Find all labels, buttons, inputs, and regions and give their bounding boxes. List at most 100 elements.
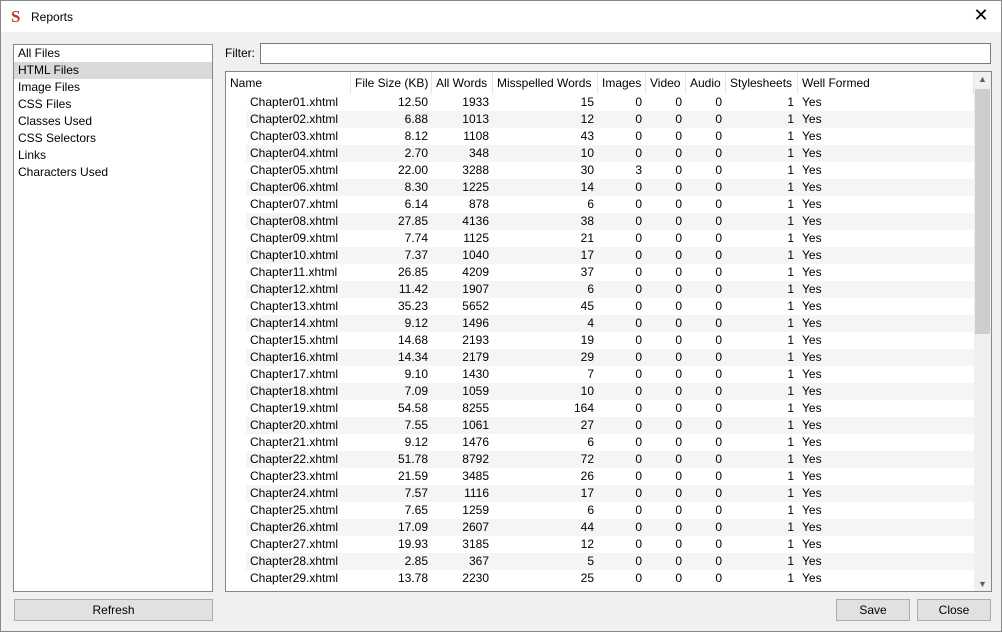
table-row[interactable]: Chapter17.xhtml 9.10 1430 7 0 0 0 1 Yes — [226, 366, 974, 383]
column-header-video[interactable]: Video — [646, 72, 686, 94]
cell-stylesheets: 1 — [726, 179, 798, 196]
cell-name: Chapter11.xhtml — [250, 265, 338, 279]
cell-file-size-kb: 7.65 — [404, 503, 428, 517]
table-row[interactable]: Chapter14.xhtml 9.12 1496 4 0 0 0 1 Yes — [226, 315, 974, 332]
sidebar-item-image-files[interactable]: Image Files — [14, 79, 212, 96]
cell-misspelled-words: 26 — [580, 469, 594, 483]
cell-stylesheets: 1 — [787, 231, 794, 245]
sidebar-item-css-files[interactable]: CSS Files — [14, 96, 212, 113]
cell-video: 0 — [646, 485, 686, 502]
table-row[interactable]: Chapter06.xhtml 8.30 1225 14 0 0 0 1 Yes — [226, 179, 974, 196]
table-row[interactable]: Chapter16.xhtml 14.34 2179 29 0 0 0 1 Yes — [226, 349, 974, 366]
cell-images: 0 — [635, 401, 642, 415]
cell-misspelled-words: 7 — [587, 367, 594, 381]
table-row[interactable]: Chapter20.xhtml 7.55 1061 27 0 0 0 1 Yes — [226, 417, 974, 434]
cell-stylesheets: 1 — [726, 247, 798, 264]
cell-audio: 0 — [715, 163, 722, 177]
table-row[interactable]: Chapter15.xhtml 14.68 2193 19 0 0 0 1 Yes — [226, 332, 974, 349]
table-row[interactable]: Chapter26.xhtml 17.09 2607 44 0 0 0 1 Yes — [226, 519, 974, 536]
table-row[interactable]: Chapter27.xhtml 19.93 3185 12 0 0 0 1 Yes — [226, 536, 974, 553]
filter-input[interactable] — [260, 43, 991, 64]
table-row[interactable]: Chapter23.xhtml 21.59 3485 26 0 0 0 1 Yes — [226, 468, 974, 485]
sidebar-item-characters-used[interactable]: Characters Used — [14, 164, 212, 181]
cell-stylesheets: 1 — [787, 333, 794, 347]
column-header-audio[interactable]: Audio — [686, 72, 726, 94]
cell-well-formed: Yes — [802, 367, 822, 381]
cell-well-formed: Yes — [798, 213, 974, 230]
sidebar-item-classes-used[interactable]: Classes Used — [14, 113, 212, 130]
app-logo-icon: S — [11, 7, 21, 26]
cell-all-words: 367 — [432, 553, 493, 570]
column-header-stylesheets[interactable]: Stylesheets — [726, 72, 798, 94]
table-row[interactable]: Chapter08.xhtml 27.85 4136 38 0 0 0 1 Yes — [226, 213, 974, 230]
cell-video: 0 — [675, 367, 682, 381]
cell-audio: 0 — [686, 281, 726, 298]
cell-all-words: 3485 — [462, 469, 489, 483]
scroll-up-icon[interactable]: ▲ — [974, 74, 991, 84]
cell-misspelled-words: 164 — [573, 401, 594, 415]
cell-well-formed: Yes — [798, 417, 974, 434]
cell-well-formed: Yes — [798, 179, 974, 196]
scrollbar-thumb[interactable] — [975, 89, 990, 334]
table-row[interactable]: Chapter03.xhtml 8.12 1108 43 0 0 0 1 Yes — [226, 128, 974, 145]
column-header-all-words[interactable]: All Words — [432, 72, 493, 94]
column-header-well-formed[interactable]: Well Formed — [798, 72, 974, 94]
cell-images: 0 — [635, 503, 642, 517]
sidebar-item-html-files[interactable]: HTML Files — [14, 62, 212, 79]
table-row[interactable]: Chapter13.xhtml 35.23 5652 45 0 0 0 1 Yes — [226, 298, 974, 315]
cell-file-size-kb: 51.78 — [351, 451, 432, 468]
cell-stylesheets: 1 — [726, 315, 798, 332]
cell-images: 0 — [598, 417, 646, 434]
table-row[interactable]: Chapter05.xhtml 22.00 3288 30 3 0 0 1 Yes — [226, 162, 974, 179]
table-row[interactable]: Chapter19.xhtml 54.58 8255 164 0 0 0 1 Yes — [226, 400, 974, 417]
column-header-misspelled-words[interactable]: Misspelled Words — [493, 72, 598, 94]
cell-name: Chapter09.xhtml — [250, 231, 339, 245]
cell-well-formed: Yes — [802, 469, 822, 483]
cell-stylesheets: 1 — [726, 145, 798, 162]
cell-video: 0 — [646, 553, 686, 570]
table-row[interactable]: Chapter10.xhtml 7.37 1040 17 0 0 0 1 Yes — [226, 247, 974, 264]
sidebar-item-css-selectors[interactable]: CSS Selectors — [14, 130, 212, 147]
column-header-images[interactable]: Images — [598, 72, 646, 94]
table-row[interactable]: Chapter01.xhtml 12.50 1933 15 0 0 0 1 Yes — [226, 94, 974, 111]
close-button[interactable]: Close — [917, 599, 991, 621]
report-type-list[interactable]: All Files HTML Files Image Files CSS Files C… — [13, 44, 213, 592]
table-row[interactable]: Chapter28.xhtml 2.85 367 5 0 0 0 1 Yes — [226, 553, 974, 570]
table-row[interactable]: Chapter18.xhtml 7.09 1059 10 0 0 0 1 Yes — [226, 383, 974, 400]
cell-file-size-kb: 7.37 — [351, 247, 432, 264]
save-button[interactable]: Save — [836, 599, 910, 621]
table-row[interactable]: Chapter09.xhtml 7.74 1125 21 0 0 0 1 Yes — [226, 230, 974, 247]
cell-well-formed: Yes — [802, 299, 822, 313]
table-row[interactable]: Chapter24.xhtml 7.57 1116 17 0 0 0 1 Yes — [226, 485, 974, 502]
refresh-button[interactable]: Refresh — [14, 599, 213, 621]
cell-audio: 0 — [686, 349, 726, 366]
table-row[interactable]: Chapter29.xhtml 13.78 2230 25 0 0 0 1 Yes — [226, 570, 974, 587]
cell-file-size-kb: 9.12 — [404, 435, 428, 449]
table-row[interactable]: Chapter21.xhtml 9.12 1476 6 0 0 0 1 Yes — [226, 434, 974, 451]
sidebar-item-links[interactable]: Links — [14, 147, 212, 164]
cell-video: 0 — [675, 231, 682, 245]
table-row[interactable]: Chapter02.xhtml 6.88 1013 12 0 0 0 1 Yes — [226, 111, 974, 128]
cell-all-words: 1259 — [462, 503, 489, 517]
cell-name: Chapter24.xhtml — [246, 485, 351, 502]
table-row[interactable]: Chapter07.xhtml 6.14 878 6 0 0 0 1 Yes — [226, 196, 974, 213]
table-row[interactable]: Chapter11.xhtml 26.85 4209 37 0 0 0 1 Yes — [226, 264, 974, 281]
cell-misspelled-words: 27 — [493, 417, 598, 434]
column-header-file-size-kb[interactable]: File Size (KB) — [351, 72, 432, 94]
table-row[interactable]: Chapter12.xhtml 11.42 1907 6 0 0 0 1 Yes — [226, 281, 974, 298]
close-window-icon[interactable]: ✕ — [969, 5, 993, 26]
cell-all-words: 1061 — [432, 417, 493, 434]
table-row[interactable]: Chapter25.xhtml 7.65 1259 6 0 0 0 1 Yes — [226, 502, 974, 519]
cell-misspelled-words: 14 — [493, 179, 598, 196]
cell-images: 0 — [598, 281, 646, 298]
cell-misspelled-words: 43 — [580, 129, 594, 143]
vertical-scrollbar[interactable]: ▲ ▼ — [974, 72, 991, 591]
cell-images: 0 — [635, 435, 642, 449]
sidebar-item-all-files[interactable]: All Files — [14, 45, 212, 62]
cell-name: Chapter18.xhtml — [246, 383, 351, 400]
table-row[interactable]: Chapter04.xhtml 2.70 348 10 0 0 0 1 Yes — [226, 145, 974, 162]
cell-video: 0 — [675, 435, 682, 449]
cell-all-words: 1040 — [432, 247, 493, 264]
table-row[interactable]: Chapter22.xhtml 51.78 8792 72 0 0 0 1 Yes — [226, 451, 974, 468]
scroll-down-icon[interactable]: ▼ — [974, 579, 991, 589]
